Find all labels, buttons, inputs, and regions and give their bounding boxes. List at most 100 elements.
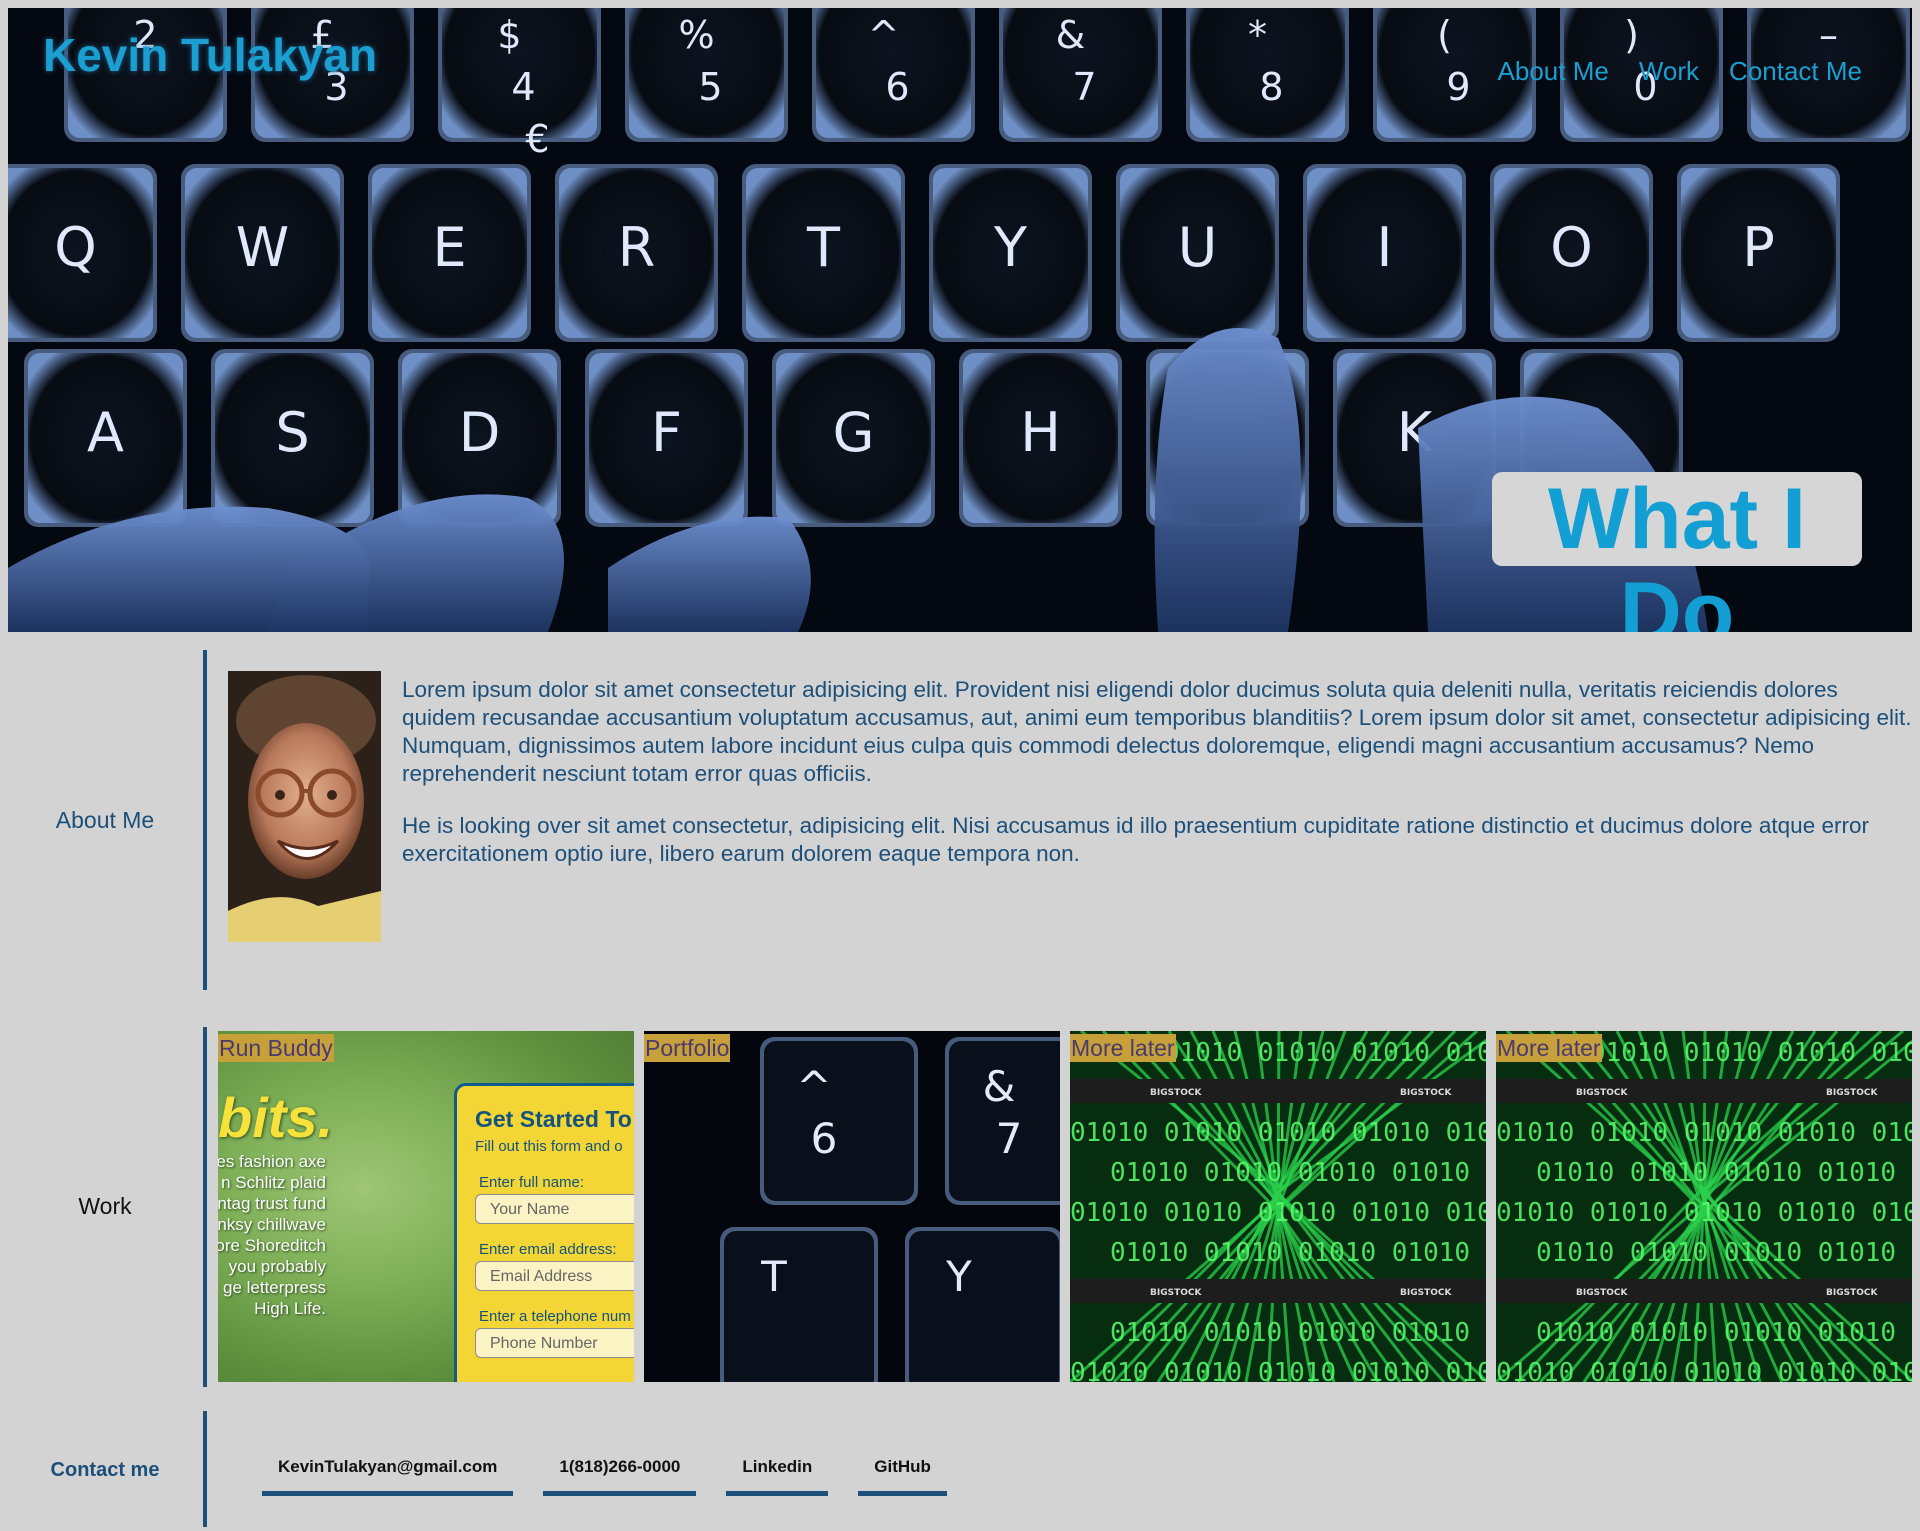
keyboard-key-label: ^ (868, 13, 900, 57)
email-link[interactable]: KevinTulakyan@gmail.com (262, 1447, 513, 1496)
copy-line: ntag trust fund (218, 1193, 326, 1214)
keyboard-key-label: W (236, 216, 289, 279)
matrix-digits: 01010 01010 01010 01010 01010 01010 (1070, 1358, 1486, 1382)
hero-heading: What I Do (1492, 472, 1862, 566)
keyboard-key-label: ) (1624, 13, 1639, 57)
nav-about-me[interactable]: About Me (1498, 56, 1609, 87)
run-buddy-headline: bits. (218, 1085, 333, 1150)
keyboard-key-label: * (1248, 13, 1267, 57)
contact-label: Contact me (0, 1459, 210, 1482)
keyboard-key-label: 6 (811, 1114, 838, 1163)
keyboard-key-label: ^ (796, 1062, 831, 1111)
keyboard-key-label: & (983, 1062, 1016, 1111)
work-card-title: Run Buddy (218, 1034, 334, 1062)
nav-work[interactable]: Work (1639, 56, 1699, 87)
keyboard-key-label: F (651, 401, 682, 464)
watermark-label: BIGSTOCK (1150, 1288, 1202, 1298)
keyboard-key-label: 5 (698, 65, 722, 109)
watermark-label: BIGSTOCK (1576, 1288, 1628, 1298)
matrix-digits: 01010 01010 01010 01010 01010 01010 (1496, 1358, 1912, 1382)
keyboard-key (909, 1231, 1059, 1382)
matrix-digits: 01010 01010 01010 01010 01010 01010 (1070, 1198, 1486, 1228)
work-card-more-later[interactable]: 01010 01010 01010 01010 01010 01010 0101… (1070, 1031, 1486, 1382)
work-section: Work bits. es fashion axe n Schlitz plai… (0, 1027, 1920, 1387)
nav-contact-me[interactable]: Contact Me (1729, 56, 1862, 87)
watermark-label: BIGSTOCK (1576, 1088, 1628, 1098)
matrix-digits: 01010 01010 01010 01010 01010 01010 (1536, 1158, 1912, 1188)
matrix-digits: 01010 01010 01010 01010 01010 01010 (1110, 1158, 1486, 1188)
work-divider (203, 1027, 207, 1387)
copy-line: nksy chillwave (218, 1214, 326, 1235)
copy-line: you probably (218, 1256, 326, 1277)
portfolio-preview: ^6 &7 T Y (644, 1031, 1060, 1382)
site-brand[interactable]: Kevin Tulakyan (43, 28, 377, 82)
keyboard-key-label: € (525, 117, 549, 161)
keyboard-key-label: T (806, 216, 841, 279)
profile-photo (228, 671, 381, 942)
keyboard-key-label: A (87, 401, 124, 464)
form-field-preview: Phone Number (475, 1328, 634, 1358)
work-card-title: More later (1070, 1034, 1176, 1062)
copy-line: High Life. (218, 1298, 326, 1319)
hero-banner: 2 £3 $4 €% 5 ^ 6 & 7 * 8(9) 0– Q W E R T Y U I O P A S D F G H K Kev… (8, 8, 1912, 632)
keyboard-key-label: – (1819, 13, 1838, 57)
keyboard-key-label: P (1742, 216, 1775, 279)
watermark-label: BIGSTOCK (1400, 1288, 1452, 1298)
work-card-title: More later (1496, 1034, 1602, 1062)
work-card-title: Portfolio (644, 1034, 730, 1062)
run-buddy-form-preview: Get Started To Fill out this form and o … (454, 1083, 634, 1382)
about-paragraph: He is looking over sit amet consectetur,… (402, 812, 1912, 868)
keyboard-key-label: D (459, 401, 501, 464)
copy-line: es fashion axe (218, 1151, 326, 1172)
about-section: About Me Lorem ipsum dolor sit amet cons… (0, 650, 1920, 990)
about-label: About Me (0, 807, 210, 834)
work-card-portfolio[interactable]: ^ 6 & 7 T Y Portfolio (644, 1031, 1060, 1382)
matrix-digits: 01010 01010 01010 01010 01010 01010 (1110, 1238, 1486, 1268)
keyboard-key-label: O (1550, 216, 1593, 279)
copy-line: ore Shoreditch (218, 1235, 326, 1256)
keyboard-key-label: ( (1437, 13, 1452, 57)
keyboard-key (724, 1231, 874, 1382)
contact-divider (203, 1411, 207, 1527)
keyboard-key-label: R (618, 216, 656, 279)
keyboard-key-label: & (1056, 13, 1086, 57)
watermark-label: BIGSTOCK (1826, 1088, 1878, 1098)
form-label: Enter a telephone num (479, 1308, 631, 1325)
form-field-preview: Your Name (475, 1194, 634, 1224)
matrix-preview: 01010 01010 01010 01010 01010 01010 0101… (1070, 1031, 1486, 1382)
main-nav: About Me Work Contact Me (1498, 56, 1862, 87)
matrix-digits: 01010 01010 01010 01010 01010 01010 (1110, 1318, 1486, 1348)
work-cards: bits. es fashion axe n Schlitz plaid nta… (218, 1031, 1912, 1382)
matrix-digits: 01010 01010 01010 01010 01010 01010 (1496, 1118, 1912, 1148)
keyboard-key-label: I (1377, 216, 1393, 279)
work-card-run-buddy[interactable]: bits. es fashion axe n Schlitz plaid nta… (218, 1031, 634, 1382)
keyboard-key-label: $ (497, 13, 521, 57)
keyboard-key-label: 7 (996, 1114, 1023, 1163)
keyboard-key-label: Y (945, 1252, 972, 1301)
matrix-preview: 01010 01010 01010 01010 01010 01010 0101… (1496, 1031, 1912, 1382)
keyboard-key-label: T (760, 1252, 787, 1301)
form-label: Enter email address: (479, 1241, 617, 1258)
phone-link[interactable]: 1(818)266-0000 (543, 1447, 696, 1496)
keyboard-key-label: H (1020, 401, 1061, 464)
keyboard-key-label: Y (993, 216, 1028, 279)
form-field-preview: Email Address (475, 1261, 634, 1291)
matrix-digits: 01010 01010 01010 01010 01010 01010 (1496, 1198, 1912, 1228)
copy-line: ge letterpress (218, 1277, 326, 1298)
keyboard-key-label: G (833, 401, 875, 464)
keyboard-key-label: S (275, 401, 309, 464)
github-link[interactable]: GitHub (858, 1447, 947, 1496)
profile-photo-image (228, 671, 381, 942)
linkedin-link[interactable]: Linkedin (726, 1447, 828, 1496)
about-paragraph: Lorem ipsum dolor sit amet consectetur a… (402, 676, 1912, 788)
keyboard-key-label: 4 (511, 65, 535, 109)
matrix-digits: 01010 01010 01010 01010 01010 01010 (1536, 1238, 1912, 1268)
matrix-digits: 01010 01010 01010 01010 01010 01010 (1070, 1118, 1486, 1148)
contact-section: Contact me KevinTulakyan@gmail.com 1(818… (0, 1411, 1920, 1527)
keyboard-key-label: 7 (1072, 65, 1096, 109)
about-divider (203, 650, 207, 990)
copy-line: n Schlitz plaid (218, 1172, 326, 1193)
form-title: Get Started To (475, 1106, 632, 1133)
form-subtitle: Fill out this form and o (475, 1138, 623, 1155)
work-card-more-later[interactable]: 01010 01010 01010 01010 01010 01010 0101… (1496, 1031, 1912, 1382)
